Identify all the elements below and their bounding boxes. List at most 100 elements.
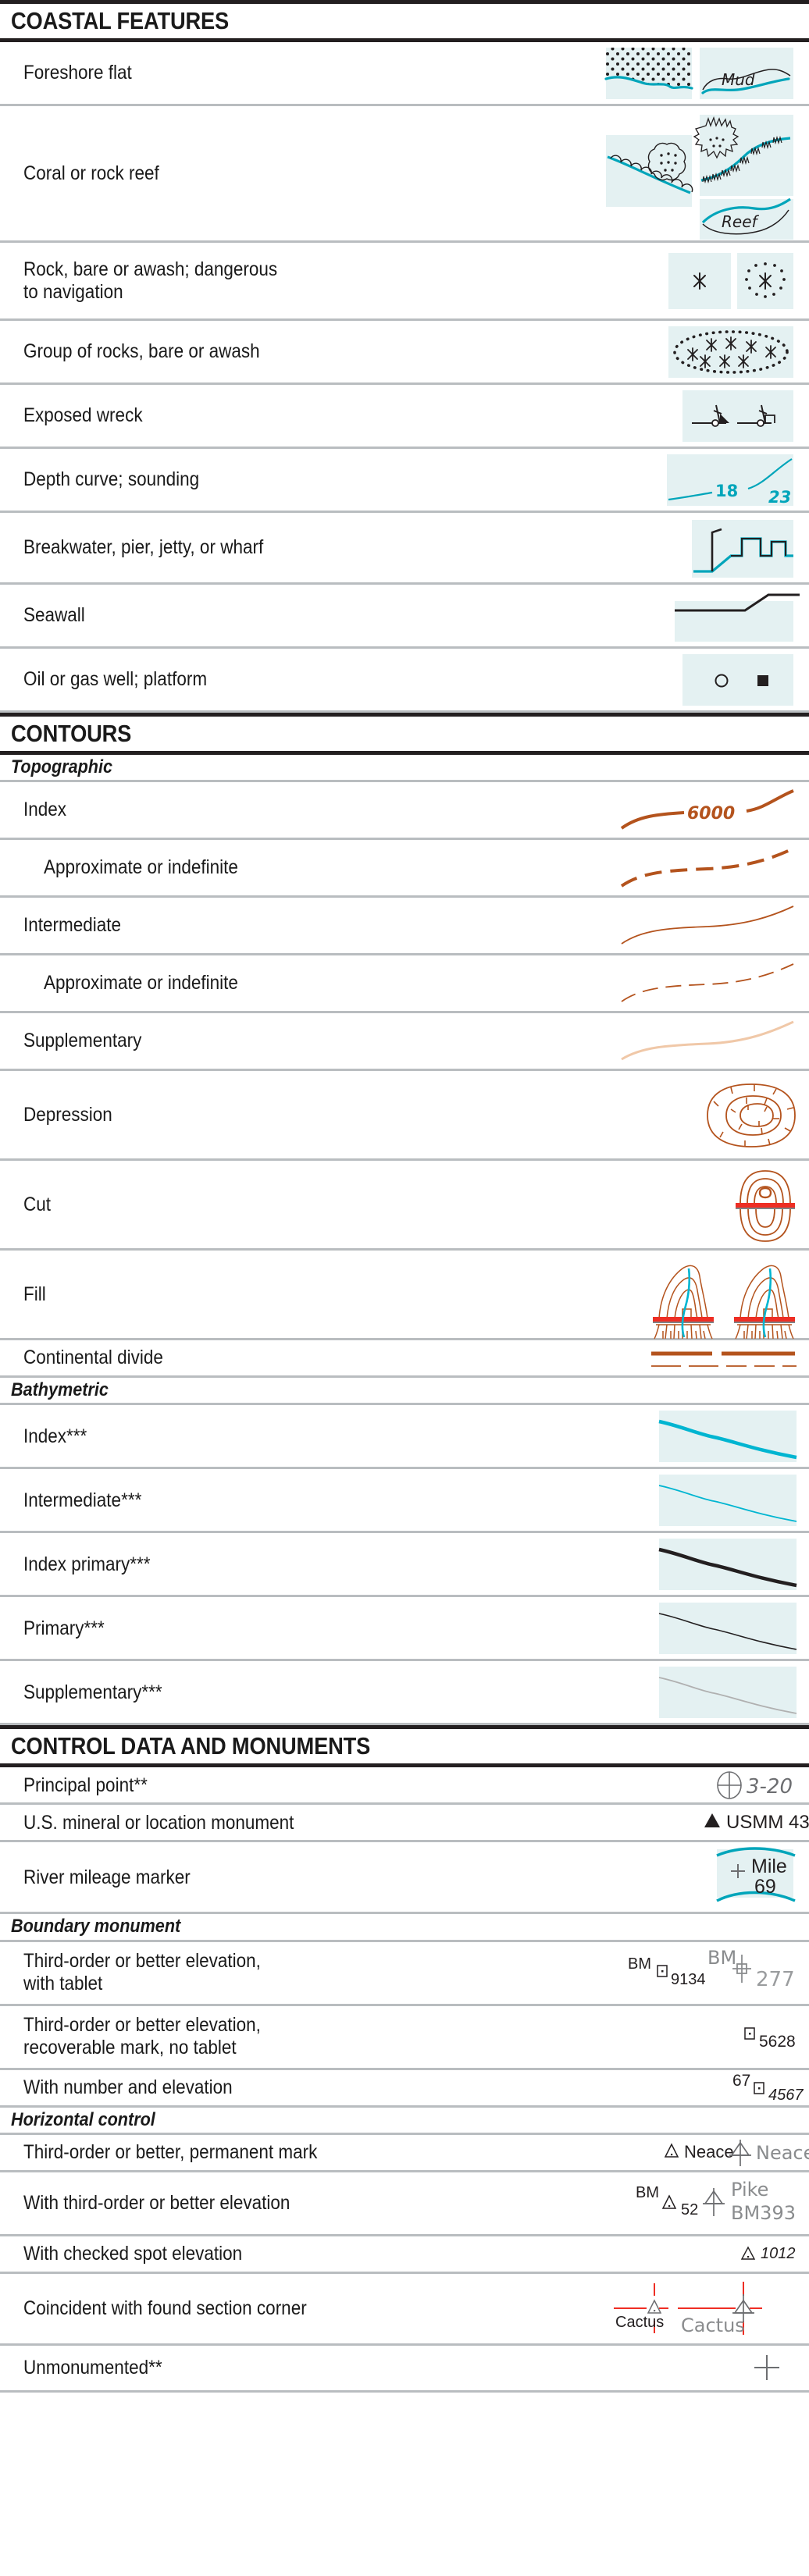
legend-row-contour-fill: Fill — [0, 1251, 809, 1341]
legend-symbol-hc-section-corner: Cactus Cactus — [481, 2272, 809, 2344]
open-triangle-icon — [740, 2246, 756, 2260]
section-title: CONTOURS — [11, 720, 132, 747]
legend-symbol-contour-cut — [481, 1160, 809, 1250]
legend-label: Coincident with found section corner — [23, 2297, 307, 2319]
legend-symbol-foreshore-flat: Mud — [481, 41, 809, 105]
tablet-square-icon — [754, 2082, 764, 2094]
legend-symbol-contour-index-approx — [481, 839, 809, 897]
legend-row-foreshore-flat: Foreshore flat Mud — [0, 42, 809, 106]
section-header-coastal-features: COASTAL FEATURES — [0, 0, 809, 42]
legend-row-hc-permanent: Third-order or better, permanent mark Ne… — [0, 2135, 809, 2172]
legend-label: Third-order or better elevation, recover… — [23, 2014, 261, 2059]
legend-label: Index*** — [23, 1425, 87, 1447]
legend-label: Exposed wreck — [23, 404, 143, 427]
legend-row-hc-checked-spot: With checked spot elevation 1012 — [0, 2236, 809, 2274]
legend-row-contour-cut: Cut — [0, 1161, 809, 1251]
legend-row-contour-intermediate: Intermediate — [0, 897, 809, 956]
legend-row-rock-awash: Rock, bare or awash; dangerous to naviga… — [0, 243, 809, 321]
legend-label: Continental divide — [23, 1347, 163, 1369]
legend-symbol-oil-gas-well — [481, 648, 809, 712]
legend-symbol-bathy-intermediate — [481, 1468, 809, 1532]
annotation-principal-point-number: 3-20 — [747, 1775, 793, 1799]
legend-row-coral-reef: Coral or rock reef Reef — [0, 106, 809, 243]
annotation-usmm-label: USMM 438 — [726, 1812, 809, 1833]
annotation-mile: Mile — [751, 1856, 787, 1877]
section-header-contours: CONTOURS — [0, 713, 809, 755]
legend-symbol-hc-permanent: Neace Neace — [481, 2133, 809, 2171]
annotation-cactus-2: Cactus — [681, 2314, 745, 2336]
tablet-square-icon — [657, 1965, 668, 1977]
annotation-monument-number: 67 — [732, 2072, 750, 2090]
legend-label: River mileage marker — [23, 1866, 191, 1888]
legend-row-contour-depression: Depression — [0, 1070, 809, 1162]
legend-row-oil-gas-well: Oil or gas well; platform — [0, 649, 809, 713]
annotation-contour-6000: 6000 — [687, 804, 735, 824]
legend-row-seawall: Seawall — [0, 585, 809, 649]
legend-row-unmonumented: Unmonumented** — [0, 2346, 809, 2393]
legend-label: Intermediate — [23, 914, 122, 937]
legend-label: Supplementary*** — [23, 1681, 162, 1703]
legend-symbol-principal-point: 3-20 — [481, 1767, 809, 1804]
legend-row-exposed-wreck: Exposed wreck — [0, 385, 809, 449]
legend-symbol-bm-number-elev: 67 4567 — [481, 2069, 809, 2106]
legend-symbol-depth-curve: 18 23 — [481, 448, 809, 512]
legend-label: With third-order or better elevation — [23, 2191, 290, 2214]
open-triangle-icon — [661, 2194, 677, 2209]
legend-row-bathy-index-primary: Index primary*** — [0, 1532, 809, 1598]
annotation-bm-elev-2: 277 — [756, 1968, 795, 1991]
legend-label: Depression — [23, 1103, 112, 1126]
legend-symbol-bathy-index-primary — [481, 1532, 809, 1596]
legend-row-bathy-index: Index*** — [0, 1405, 809, 1470]
legend-row-bathy-intermediate: Intermediate*** — [0, 1468, 809, 1534]
legend-row-contour-intermediate-approx: Approximate or indefinite — [0, 955, 809, 1014]
legend-symbol-contour-depression — [481, 1070, 809, 1160]
subsection-header-boundary-monument: Boundary monument — [0, 1914, 809, 1942]
legend-label: U.S. mineral or location monument — [23, 1811, 294, 1834]
legend-label: Principal point** — [23, 1774, 148, 1796]
annotation-mile-number: 69 — [754, 1876, 776, 1898]
legend-label: Primary*** — [23, 1617, 105, 1639]
legend-label: Rock, bare or awash; dangerous to naviga… — [23, 258, 278, 303]
triangle-cross-icon — [703, 2188, 725, 2217]
legend-row-continental-divide: Continental divide — [0, 1340, 809, 1379]
legend-row-bathy-supplementary: Supplementary*** — [0, 1661, 809, 1726]
annotation-bm-elev-1: 9134 — [671, 1971, 706, 1988]
legend-label: Supplementary — [23, 1030, 142, 1052]
legend-row-depth-curve: Depth curve; sounding 18 23 — [0, 449, 809, 513]
legend-symbol-contour-intermediate — [481, 897, 809, 955]
legend-symbol-coral-reef: Reef — [481, 105, 809, 242]
annotation-bm-2: BM — [707, 1947, 736, 1969]
legend-label: With checked spot elevation — [23, 2242, 243, 2265]
open-triangle-icon — [647, 2299, 662, 2314]
legend-row-breakwater: Breakwater, pier, jetty, or wharf — [0, 513, 809, 585]
legend-symbol-river-mileage: Mile 69 — [481, 1841, 809, 1913]
legend-symbol-rock-awash — [481, 242, 809, 320]
legend-symbol-usmm: USMM 438 — [481, 1804, 809, 1841]
open-triangle-icon — [664, 2143, 679, 2158]
section-header-control-data: CONTROL DATA AND MONUMENTS — [0, 1725, 809, 1768]
legend-label: Foreshore flat — [23, 62, 132, 84]
legend-row-bm-with-tablet: Third-order or better elevation, with ta… — [0, 1942, 809, 2006]
legend-label: Seawall — [23, 604, 85, 627]
legend-label: Approximate or indefinite — [44, 972, 238, 994]
annotation-bm-1: BM — [628, 1955, 651, 1973]
legend-row-bm-number-elev: With number and elevation 67 4567 — [0, 2070, 809, 2108]
legend-label: With number and elevation — [23, 2076, 233, 2098]
section-title: COASTAL FEATURES — [11, 7, 230, 34]
legend-label: Group of rocks, bare or awash — [23, 340, 260, 363]
legend-symbol-breakwater — [481, 512, 809, 584]
legend-label: Approximate or indefinite — [44, 856, 238, 879]
legend-row-contour-supplementary: Supplementary — [0, 1013, 809, 1072]
legend-symbol-contour-index: 6000 — [481, 781, 809, 839]
legend-symbol-contour-intermediate-approx — [481, 955, 809, 1012]
legend-label: Cut — [23, 1193, 52, 1215]
map-legend: COASTAL FEATURES Foreshore flat Mud Cora… — [0, 0, 809, 2393]
legend-label: Fill — [23, 1283, 46, 1305]
legend-symbol-bathy-primary — [481, 1596, 809, 1660]
filled-triangle-icon — [704, 1813, 720, 1827]
annotation-spot-elev: 1012 — [761, 2245, 796, 2262]
annotation-hc-bm393: BM393 — [731, 2202, 796, 2224]
legend-symbol-bm-no-tablet: 5628 — [481, 2005, 809, 2069]
principal-point-icon — [717, 1771, 742, 1799]
legend-label: Unmonumented** — [23, 2356, 162, 2379]
